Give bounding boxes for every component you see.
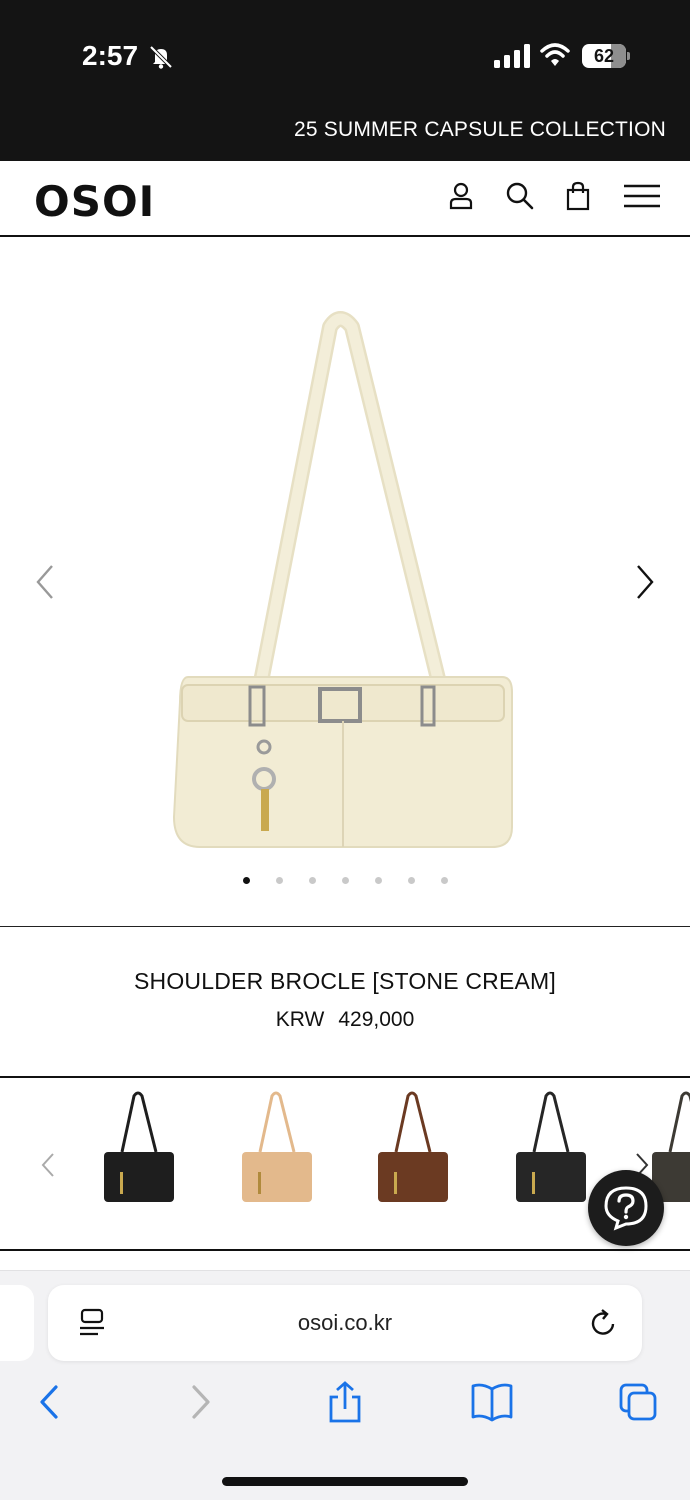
price-amount: 429,000: [338, 1008, 415, 1031]
home-indicator[interactable]: [222, 1477, 468, 1486]
bookmarks-icon[interactable]: [470, 1381, 514, 1423]
pagination-dot[interactable]: [440, 877, 448, 884]
account-icon[interactable]: [446, 181, 476, 211]
back-icon[interactable]: [30, 1381, 70, 1423]
product-gallery: [0, 237, 690, 927]
pagination-dot[interactable]: [374, 877, 382, 884]
color-options: [0, 1076, 690, 1251]
forward-icon[interactable]: [180, 1381, 220, 1423]
url-text[interactable]: osoi.co.kr: [48, 1310, 642, 1336]
status-time: 2:57: [82, 40, 139, 71]
tabs-icon[interactable]: [618, 1381, 658, 1423]
battery-level: 62: [582, 44, 626, 68]
price-currency: KRW: [275, 1008, 325, 1031]
pagination-dot-active[interactable]: [242, 877, 250, 884]
gallery-pagination: [0, 871, 690, 889]
pagination-dot[interactable]: [341, 877, 349, 884]
color-option-thumbnail[interactable]: [98, 1090, 178, 1208]
site-header: OSOI: [0, 161, 690, 237]
pagination-dot[interactable]: [275, 877, 283, 884]
search-icon[interactable]: [505, 181, 535, 211]
gallery-prev-arrow-icon[interactable]: [30, 562, 60, 602]
promo-banner[interactable]: 25 SUMMER CAPSULE COLLECTION: [294, 118, 666, 142]
color-option-thumbnail[interactable]: [372, 1090, 452, 1208]
screen: 2:57 62 25 SUMMER CAPSULE COLLECTION OSO…: [0, 0, 690, 1500]
share-icon[interactable]: [325, 1381, 365, 1423]
menu-icon[interactable]: [622, 181, 662, 211]
gallery-next-arrow-icon[interactable]: [630, 562, 660, 602]
product-title: SHOULDER BROCLE [STONE CREAM]: [133, 968, 556, 994]
browser-toolbar: osoi.co.kr: [0, 1270, 690, 1500]
bell-slash-icon: [149, 45, 173, 69]
pagination-dot[interactable]: [308, 877, 316, 884]
color-option-thumbnail[interactable]: [236, 1090, 316, 1208]
address-bar[interactable]: osoi.co.kr: [48, 1285, 642, 1361]
previous-tab-preview[interactable]: [0, 1285, 34, 1361]
wifi-icon: [540, 43, 570, 66]
reload-icon[interactable]: [588, 1307, 618, 1339]
product-price: KRW 429,000: [0, 1008, 690, 1032]
color-option-thumbnail[interactable]: [510, 1090, 590, 1208]
shopping-bag-icon[interactable]: [563, 181, 593, 211]
battery-icon: 62: [582, 44, 630, 68]
top-bar: 2:57 62 25 SUMMER CAPSULE COLLECTION: [0, 0, 690, 161]
product-image: [172, 311, 513, 848]
help-chat-button[interactable]: [588, 1170, 664, 1246]
color-prev-arrow-icon[interactable]: [38, 1150, 58, 1180]
battery-percent: 62: [593, 46, 615, 66]
brand-logo[interactable]: OSOI: [34, 177, 155, 226]
pagination-dot[interactable]: [407, 877, 415, 884]
cellular-signal-icon: [494, 44, 530, 68]
battery-cap: [627, 52, 630, 60]
question-icon: [604, 1186, 648, 1231]
